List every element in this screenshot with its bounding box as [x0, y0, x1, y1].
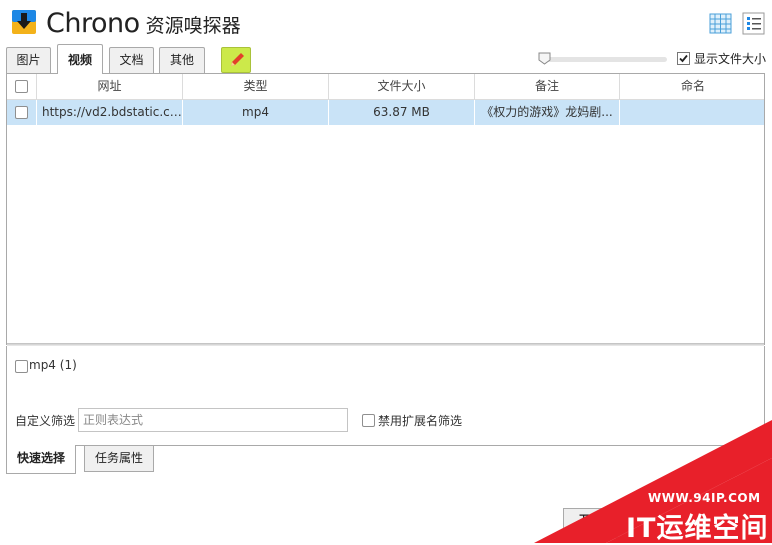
row-checkbox[interactable] [15, 106, 28, 119]
tab-videos[interactable]: 视频 [57, 44, 103, 74]
show-size-label: 显示文件大小 [694, 52, 767, 66]
row-name [620, 100, 764, 125]
watermark-brand: IT运维空间 [626, 513, 769, 544]
table-row[interactable]: https://vd2.bdstatic.co... mp4 63.87 MB … [7, 100, 764, 125]
column-header-name[interactable]: 命名 [620, 74, 764, 99]
mp4-filter-label[interactable]: mp4 (1) [29, 358, 77, 372]
column-header-type[interactable]: 类型 [183, 74, 329, 99]
row-size: 63.87 MB [329, 100, 475, 125]
edit-button[interactable] [221, 47, 251, 73]
size-slider-thumb[interactable] [538, 52, 551, 65]
tab-others[interactable]: 其他 [159, 47, 205, 73]
watermark-url: WWW.94IP.COM [648, 491, 761, 505]
tab-images[interactable]: 图片 [6, 47, 51, 73]
column-header-size[interactable]: 文件大小 [329, 74, 475, 99]
disable-ext-label[interactable]: 禁用扩展名筛选 [378, 412, 462, 429]
pencil-icon [231, 53, 244, 66]
row-checkbox-cell [7, 100, 37, 125]
tab-quick-select[interactable]: 快速选择 [6, 445, 76, 474]
app-logo [12, 10, 36, 34]
select-all-checkbox[interactable] [15, 80, 28, 93]
start-button[interactable]: 开始 [563, 508, 633, 538]
tab-task-properties[interactable]: 任务属性 [84, 446, 154, 472]
tab-documents[interactable]: 文档 [109, 47, 154, 73]
custom-filter-label: 自定义筛选 [15, 414, 76, 428]
row-url: https://vd2.bdstatic.co... [37, 100, 183, 125]
grid-view-icon[interactable] [709, 12, 732, 35]
regex-input[interactable] [78, 408, 348, 432]
row-type: mp4 [183, 100, 329, 125]
show-size-checkbox[interactable] [677, 52, 690, 65]
checkmark-icon [679, 54, 688, 63]
app-title-main: Chrono [46, 8, 140, 39]
table-header: 网址 类型 文件大小 备注 命名 [7, 74, 764, 100]
row-note: 《权力的游戏》龙妈剧... [475, 100, 620, 125]
list-view-icon[interactable] [742, 12, 765, 35]
app-title-sub: 资源嗅探器 [145, 15, 241, 37]
column-header-url[interactable]: 网址 [37, 74, 183, 99]
mp4-filter-checkbox[interactable] [15, 360, 28, 373]
disable-ext-checkbox[interactable] [362, 414, 375, 427]
resource-table: 网址 类型 文件大小 备注 命名 https://vd2.bdstatic.co… [6, 73, 765, 345]
size-slider-track[interactable] [543, 57, 667, 62]
app-title: Chrono 资源嗅探器 [46, 6, 241, 42]
column-header-note[interactable]: 备注 [475, 74, 620, 99]
header-checkbox-cell [7, 74, 37, 99]
